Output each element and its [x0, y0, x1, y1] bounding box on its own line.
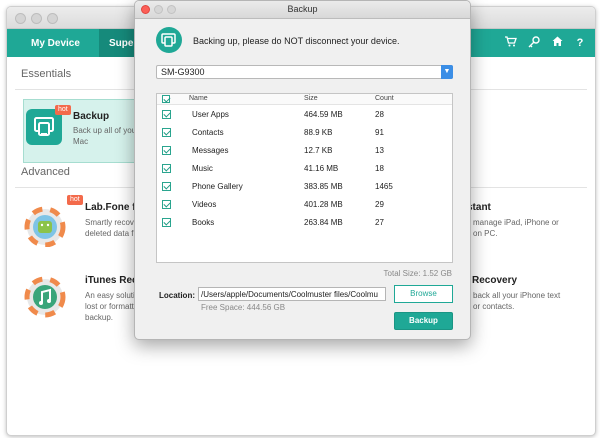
device-backup-icon	[156, 27, 182, 53]
list-item[interactable]: Contacts 88.9 KB 91	[157, 123, 452, 141]
item-name: Music	[192, 164, 213, 173]
item-count: 91	[375, 128, 384, 137]
item-checkbox[interactable]	[162, 146, 171, 155]
item-size: 263.84 MB	[304, 218, 343, 227]
assistant-feature-desc-2: on PC.	[473, 229, 498, 238]
device-select[interactable]: SM-G9300 ▼	[156, 65, 453, 79]
column-size: Size	[304, 95, 318, 102]
item-count: 13	[375, 146, 384, 155]
item-name: User Apps	[192, 110, 229, 119]
total-size: Total Size: 1.52 GB	[383, 269, 452, 278]
browse-button[interactable]: Browse	[394, 285, 453, 303]
itunes-feature-desc-3: backup.	[85, 313, 114, 322]
chevron-down-icon[interactable]: ▼	[441, 65, 453, 79]
backup-dialog: Backup Backing up, please do NOT disconn…	[134, 0, 471, 340]
select-all-checkbox[interactable]	[162, 95, 170, 103]
backup-status-text: Backing up, please do NOT disconnect you…	[193, 36, 400, 46]
item-name: Books	[192, 218, 215, 227]
dialog-titlebar: Backup	[135, 1, 470, 19]
labfone-feature-desc-2: deleted data fr	[85, 229, 137, 238]
list-item[interactable]: Music 41.16 MB 18	[157, 159, 452, 177]
item-checkbox[interactable]	[162, 200, 171, 209]
item-checkbox[interactable]	[162, 218, 171, 227]
list-item[interactable]: Videos 401.28 MB 29	[157, 195, 452, 213]
item-count: 18	[375, 164, 384, 173]
list-item[interactable]: Messages 12.7 KB 13	[157, 141, 452, 159]
backup-items-list: Name Size Count User Apps 464.59 MB 28 C…	[156, 93, 453, 263]
cart-icon[interactable]	[504, 36, 518, 50]
android-lifebuoy-icon	[23, 203, 67, 248]
item-name: Messages	[192, 146, 229, 155]
hot-badge: hot	[55, 105, 71, 115]
item-count: 1465	[375, 182, 393, 191]
item-checkbox[interactable]	[162, 164, 171, 173]
column-name: Name	[189, 95, 208, 102]
item-checkbox[interactable]	[162, 128, 171, 137]
item-name: Phone Gallery	[192, 182, 243, 191]
item-size: 41.16 MB	[304, 164, 339, 173]
list-item[interactable]: Phone Gallery 383.85 MB 1465	[157, 177, 452, 195]
recovery-feature-title: Recovery	[472, 275, 518, 286]
help-icon[interactable]: ?	[573, 37, 587, 49]
item-count: 29	[375, 200, 384, 209]
item-name: Contacts	[192, 128, 224, 137]
close-window-button[interactable]	[15, 13, 26, 24]
free-space: Free Space: 444.56 GB	[201, 303, 286, 312]
backup-feature-title: Backup	[73, 111, 110, 122]
device-select-value: SM-G9300	[161, 67, 205, 77]
minimize-window-button[interactable]	[31, 13, 42, 24]
section-advanced: Advanced	[21, 166, 70, 178]
list-item[interactable]: User Apps 464.59 MB 28	[157, 105, 452, 123]
item-name: Videos	[192, 200, 217, 209]
section-essentials: Essentials	[21, 68, 72, 80]
item-size: 12.7 KB	[304, 146, 333, 155]
itunes-lifebuoy-icon	[23, 275, 67, 319]
backup-button[interactable]: Backup	[394, 312, 453, 330]
list-item[interactable]: Books 263.84 MB 27	[157, 213, 452, 231]
item-size: 88.9 KB	[304, 128, 333, 137]
item-count: 27	[375, 218, 384, 227]
location-path-field[interactable]: /Users/apple/Documents/Coolmuster files/…	[198, 287, 386, 301]
item-size: 383.85 MB	[304, 182, 343, 191]
recovery-feature-desc-2: or contacts.	[473, 302, 515, 311]
location-label: Location:	[159, 291, 195, 300]
item-size: 401.28 MB	[304, 200, 343, 209]
dialog-title: Backup	[287, 4, 318, 14]
backup-feature-desc-2: Mac	[73, 137, 89, 146]
home-icon[interactable]	[550, 36, 564, 50]
hot-badge: hot	[67, 195, 83, 205]
column-count: Count	[375, 95, 394, 102]
nav-icons: ?	[504, 29, 587, 57]
list-header: Name Size Count	[157, 94, 452, 105]
key-icon[interactable]	[527, 35, 541, 51]
zoom-window-button[interactable]	[47, 13, 58, 24]
tab-my-device[interactable]: My Device	[7, 29, 95, 57]
item-checkbox[interactable]	[162, 110, 171, 119]
item-count: 28	[375, 110, 384, 119]
item-size: 464.59 MB	[304, 110, 343, 119]
item-checkbox[interactable]	[162, 182, 171, 191]
